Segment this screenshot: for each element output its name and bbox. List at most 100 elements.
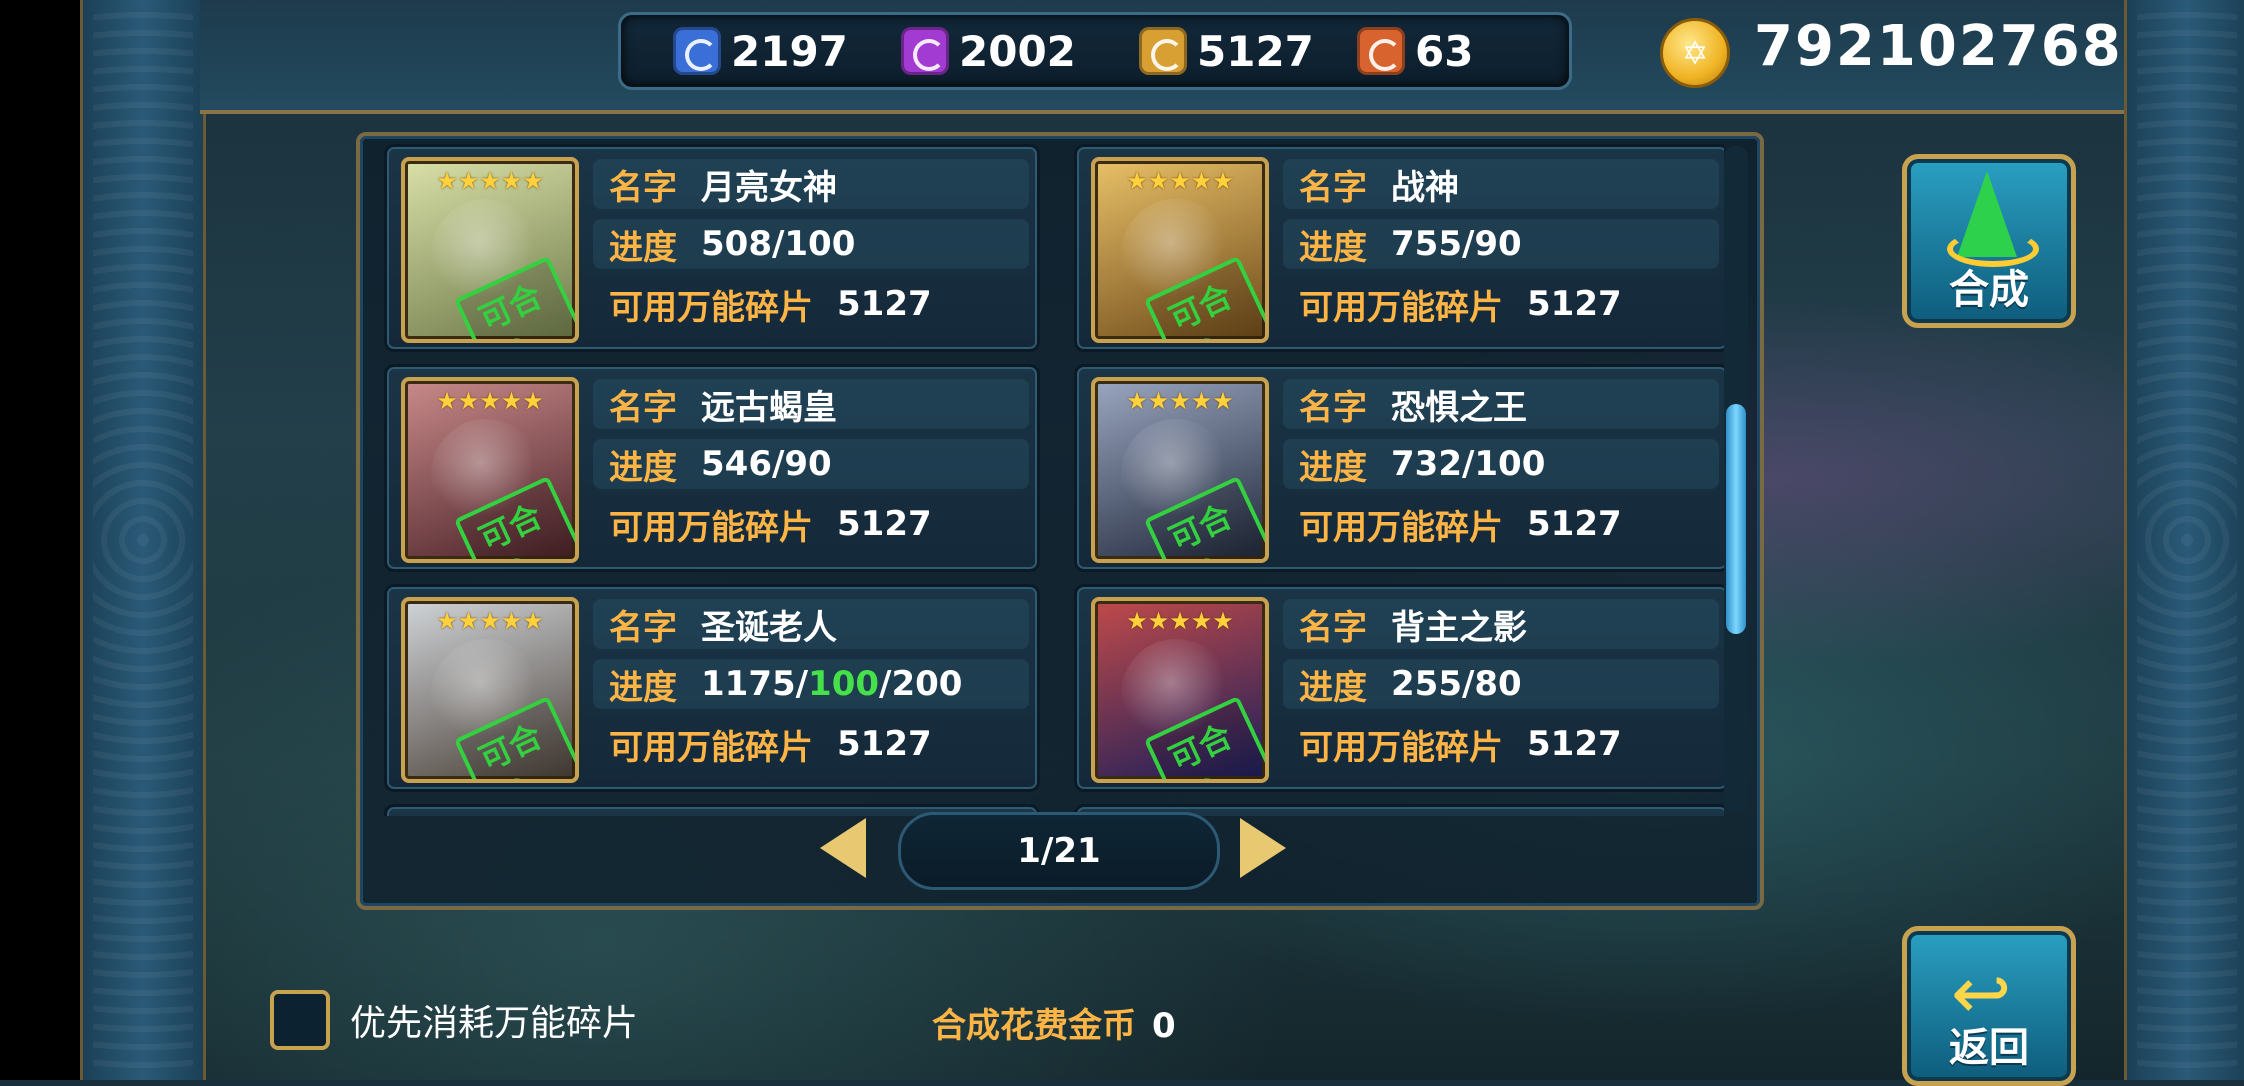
gold-coin-value: 792102768	[1754, 14, 2123, 79]
hero-name: 月亮女神	[701, 167, 837, 208]
star-rating: ★★★★★	[1126, 607, 1234, 635]
hero-name: 恐惧之王	[1391, 387, 1527, 428]
star-rating: ★★★★★	[436, 607, 544, 635]
puzzle-list-panel: ★★★★★ 可合成 名字 月亮女神 进度 508/100 可用万能碎片 5127 ★★…	[356, 132, 1764, 910]
available-value: 5127	[837, 504, 932, 544]
name-row: 名字 恐惧之王	[1283, 379, 1719, 429]
right-side-panel	[2124, 0, 2244, 1080]
resource-purple: 2002	[901, 23, 1076, 79]
name-label: 名字	[1299, 167, 1367, 208]
page-indicator: 1/21	[898, 812, 1220, 890]
progress-row: 进度 546/90	[593, 439, 1029, 489]
hero-portrait: ★★★★★ 可合成	[1091, 597, 1269, 783]
star-rating: ★★★★★	[436, 387, 544, 415]
hero-progress: 755/90	[1391, 224, 1522, 264]
available-row: 可用万能碎片 5127	[593, 499, 1029, 549]
name-row: 名字 背主之影	[1283, 599, 1719, 649]
synthesize-button[interactable]: 合成	[1902, 154, 2076, 328]
hero-portrait: ★★★★★ 可合成	[1091, 157, 1269, 343]
available-row: 可用万能碎片 5127	[593, 719, 1029, 769]
synthesis-cost: 合成花费金币 0	[932, 998, 1176, 1047]
blue-puzzle-icon	[673, 27, 721, 75]
name-label: 名字	[609, 387, 677, 428]
star-rating: ★★★★★	[1126, 167, 1234, 195]
name-row: 名字 战神	[1283, 159, 1719, 209]
hero-progress: 255/80	[1391, 664, 1522, 704]
purple-puzzle-icon	[901, 27, 949, 75]
back-button[interactable]: ↩ 返回	[1902, 926, 2076, 1086]
synthesize-button-label: 合成	[1949, 267, 2029, 313]
name-label: 名字	[1299, 387, 1367, 428]
progress-label: 进度	[1299, 227, 1367, 268]
progress-universal: 100	[808, 664, 880, 704]
name-label: 名字	[609, 167, 677, 208]
progress-label: 进度	[1299, 667, 1367, 708]
available-value: 5127	[1527, 284, 1622, 324]
hero-card[interactable]: ★★★★★ 可合成 名字 圣诞老人 进度 1175/100/200 可用万能碎片 51…	[384, 584, 1040, 792]
hero-portrait: ★★★★★ 可合成	[1091, 377, 1269, 563]
hero-card[interactable]: ★★★★★ 可合成 名字 远古蝎皇 进度 546/90 可用万能碎片 5127	[384, 364, 1040, 572]
progress-label: 进度	[609, 227, 677, 268]
available-value: 5127	[1527, 724, 1622, 764]
resource-bar: 2197 2002 5127 63	[618, 12, 1572, 90]
available-value: 5127	[837, 724, 932, 764]
left-side-panel	[80, 0, 206, 1080]
progress-label: 进度	[1299, 447, 1367, 488]
scrollbar-thumb[interactable]	[1726, 404, 1746, 634]
available-row: 可用万能碎片 5127	[1283, 719, 1719, 769]
list-scrollbar[interactable]	[1724, 146, 1748, 812]
hero-card[interactable]: ★★★★★ 可合成 名字 恐惧之王 进度 732/100 可用万能碎片 5127	[1074, 364, 1724, 572]
available-row: 可用万能碎片 5127	[593, 279, 1029, 329]
prefer-universal-checkbox[interactable]	[270, 990, 330, 1050]
progress-row: 进度 255/80	[1283, 659, 1719, 709]
hero-card[interactable]: ★★★★★ 可合成 名字 战神 进度 755/90 可用万能碎片 5127	[1074, 144, 1724, 352]
name-label: 名字	[1299, 607, 1367, 648]
card-grid[interactable]: ★★★★★ 可合成 名字 月亮女神 进度 508/100 可用万能碎片 5127 ★★…	[384, 144, 1724, 816]
hero-name: 远古蝎皇	[701, 387, 837, 428]
progress-owned: 1175/	[701, 664, 809, 704]
hero-name: 背主之影	[1391, 607, 1527, 648]
gold-coin-icon: ✡	[1660, 18, 1730, 88]
name-row: 名字 远古蝎皇	[593, 379, 1029, 429]
prev-page-arrow-icon[interactable]	[820, 818, 866, 878]
hero-name: 战神	[1391, 167, 1459, 208]
name-label: 名字	[609, 607, 677, 648]
resource-purple-value: 2002	[959, 26, 1076, 76]
next-page-arrow-icon[interactable]	[1240, 818, 1286, 878]
available-value: 5127	[837, 284, 932, 324]
hero-card[interactable]: ★★★★★ 可合成 名字 月亮女神 进度 508/100 可用万能碎片 5127	[384, 144, 1040, 352]
progress-row: 进度 508/100	[593, 219, 1029, 269]
hero-card[interactable]: ★★★★★ 可合成 名字 背主之影 进度 255/80 可用万能碎片 5127	[1074, 584, 1724, 792]
left-black-edge	[0, 0, 80, 1080]
available-row: 可用万能碎片 5127	[1283, 499, 1719, 549]
progress-row: 进度 732/100	[1283, 439, 1719, 489]
progress-row: 进度 755/90	[1283, 219, 1719, 269]
available-value: 5127	[1527, 504, 1622, 544]
progress-label: 进度	[609, 667, 677, 708]
gold-puzzle-icon	[1139, 27, 1187, 75]
resource-blue: 2197	[673, 23, 848, 79]
hero-portrait: ★★★★★ 可合成	[401, 377, 579, 563]
available-label: 可用万能碎片	[1299, 727, 1503, 768]
available-label: 可用万能碎片	[609, 287, 813, 328]
available-label: 可用万能碎片	[1299, 507, 1503, 548]
synthesis-cost-value: 0	[1152, 1006, 1176, 1046]
available-label: 可用万能碎片	[609, 507, 813, 548]
resource-orange-value: 63	[1415, 26, 1474, 76]
available-row: 可用万能碎片 5127	[1283, 279, 1719, 329]
hero-portrait: ★★★★★ 可合成	[401, 597, 579, 783]
available-label: 可用万能碎片	[609, 727, 813, 768]
star-rating: ★★★★★	[1126, 387, 1234, 415]
progress-label: 进度	[609, 447, 677, 488]
resource-gold-value: 5127	[1197, 26, 1314, 76]
prefer-universal-label: 优先消耗万能碎片	[350, 1003, 639, 1044]
hero-progress: 732/100	[1391, 444, 1546, 484]
hero-portrait: ★★★★★ 可合成	[401, 157, 579, 343]
name-row: 名字 圣诞老人	[593, 599, 1029, 649]
hero-name: 圣诞老人	[701, 607, 837, 648]
hero-progress: 1175/100/200	[701, 664, 962, 704]
available-label: 可用万能碎片	[1299, 287, 1503, 328]
hero-progress: 546/90	[701, 444, 832, 484]
hero-progress: 508/100	[701, 224, 856, 264]
star-rating: ★★★★★	[436, 167, 544, 195]
